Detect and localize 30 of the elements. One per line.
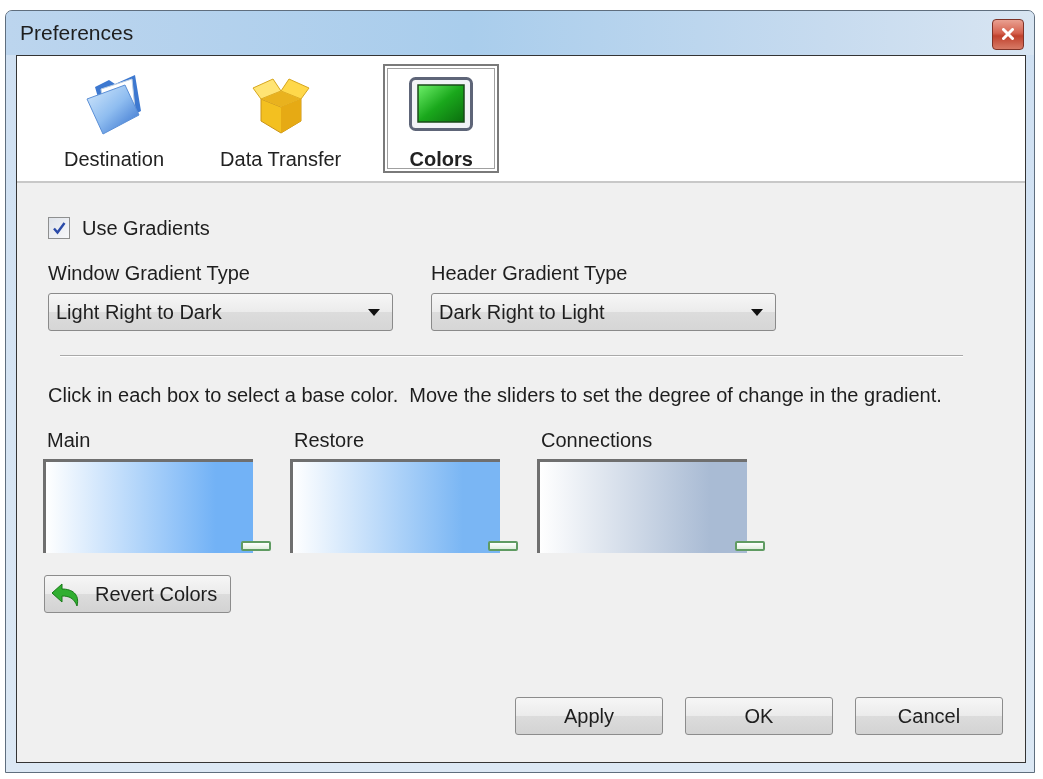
color-label: Restore [293, 429, 366, 451]
checkbox[interactable] [48, 217, 70, 239]
check-icon [52, 221, 66, 235]
gradient-color-box[interactable] [43, 459, 253, 553]
caret-down-icon [751, 308, 763, 316]
checkbox-label: Use Gradients [82, 217, 210, 239]
caret-down-icon [368, 308, 380, 316]
color-label: Connections [540, 429, 654, 451]
slider-handle[interactable] [488, 541, 518, 551]
folder-icon [85, 73, 144, 135]
dropdown[interactable]: Dark Right to Light [431, 293, 776, 331]
revert-colors-button[interactable]: Revert Colors [44, 575, 231, 613]
instruction-text: Click in each box to select a base color. Move the sliders to set the degree of change in the gradient. [48, 384, 943, 406]
field-label: Window Gradient Type [48, 262, 251, 284]
slider-handle[interactable] [241, 541, 271, 551]
curved-arrow-icon [51, 581, 81, 607]
tab[interactable]: Colors [383, 64, 500, 173]
gradient-color-box[interactable] [537, 459, 747, 553]
field-label: Header Gradient Type [431, 262, 629, 284]
gradient-color-box[interactable] [290, 459, 500, 553]
color-label: Main [46, 429, 92, 451]
dropdown[interactable]: Light Right to Dark [48, 293, 393, 331]
dialog-button[interactable]: OK [685, 697, 833, 735]
swatch-icon [409, 77, 474, 131]
close-icon [1002, 28, 1014, 40]
close-button[interactable] [992, 18, 1024, 50]
window-title: Preferences [20, 21, 135, 45]
slider-handle[interactable] [735, 541, 765, 551]
dialog-button[interactable]: Cancel [855, 697, 1003, 735]
dialog-button[interactable]: Apply [515, 697, 663, 735]
